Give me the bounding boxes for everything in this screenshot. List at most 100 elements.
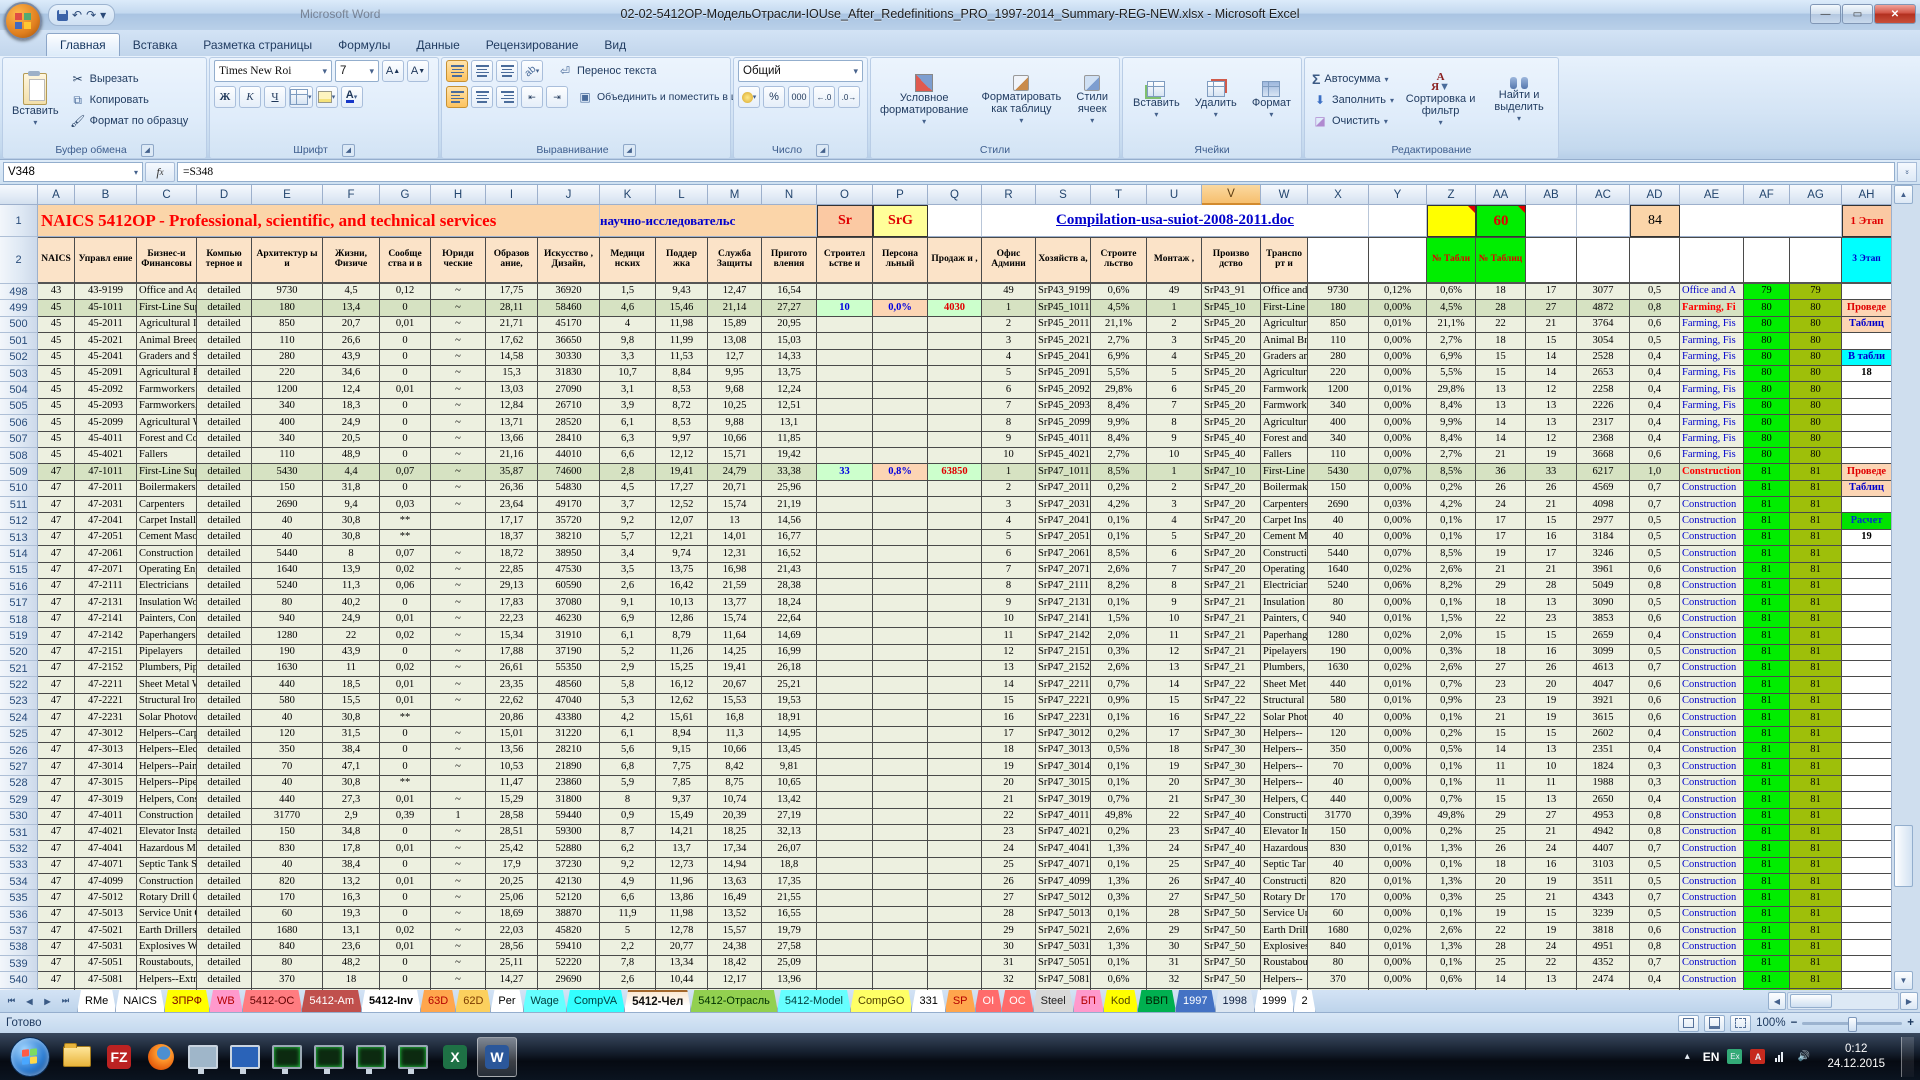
- row-header-529[interactable]: 529: [0, 792, 38, 808]
- cell-H516[interactable]: ~: [431, 579, 486, 595]
- select-all-corner[interactable]: [0, 185, 38, 205]
- row-header-507[interactable]: 507: [0, 432, 38, 448]
- cell-AA509[interactable]: 36: [1476, 464, 1526, 480]
- cell-AF500[interactable]: 80: [1744, 317, 1790, 333]
- cell-T532[interactable]: 1,3%: [1091, 841, 1147, 857]
- cell-M538[interactable]: 24,38: [708, 940, 762, 956]
- cell-M502[interactable]: 12,7: [708, 350, 762, 366]
- column-header-O[interactable]: O: [817, 185, 873, 205]
- cell-V520[interactable]: SrP47_21: [1202, 645, 1261, 661]
- cell-AF527[interactable]: 81: [1744, 759, 1790, 775]
- cell-P527[interactable]: [873, 759, 928, 775]
- cell-T528[interactable]: 0,1%: [1091, 776, 1147, 792]
- cell-R498[interactable]: 49: [982, 284, 1036, 300]
- cell-V499[interactable]: SrP45_10: [1202, 300, 1261, 316]
- cell-U508[interactable]: 10: [1147, 448, 1202, 464]
- table-header-K[interactable]: Медици нских: [600, 237, 656, 284]
- comma-style-button[interactable]: 000: [788, 86, 810, 108]
- cell-AB522[interactable]: 20: [1526, 677, 1577, 693]
- cell-AH528[interactable]: [1842, 776, 1892, 792]
- cell-C511[interactable]: Carpenters: [137, 497, 197, 513]
- table-header-B[interactable]: Управл ение: [75, 237, 137, 284]
- cell-B517[interactable]: 47-2131: [75, 595, 137, 611]
- cell-K502[interactable]: 3,3: [600, 350, 656, 366]
- cell-G519[interactable]: 0,02: [380, 628, 431, 644]
- cell-J526[interactable]: 28210: [538, 743, 600, 759]
- cell-W523[interactable]: Structural: [1261, 694, 1308, 710]
- cell-R536[interactable]: 28: [982, 907, 1036, 923]
- cell-D533[interactable]: detailed: [197, 858, 252, 874]
- column-header-AB[interactable]: AB: [1526, 185, 1577, 205]
- cell-Z519[interactable]: 2,0%: [1427, 628, 1476, 644]
- cell-H503[interactable]: ~: [431, 366, 486, 382]
- cell-I537[interactable]: 22,03: [486, 923, 538, 939]
- cell-M527[interactable]: 8,42: [708, 759, 762, 775]
- cell-E509[interactable]: 5430: [252, 464, 323, 480]
- cell-I506[interactable]: 13,71: [486, 415, 538, 431]
- cell-AG525[interactable]: 81: [1790, 727, 1842, 743]
- cell-D534[interactable]: detailed: [197, 874, 252, 890]
- cell-AF520[interactable]: 81: [1744, 645, 1790, 661]
- row-header-524[interactable]: 524: [0, 710, 38, 726]
- cell-AG522[interactable]: 81: [1790, 677, 1842, 693]
- cell-H509[interactable]: ~: [431, 464, 486, 480]
- cell-AE515[interactable]: Construction: [1680, 563, 1744, 579]
- cell-S540[interactable]: SrP47_5081: [1036, 972, 1091, 988]
- cell-AG512[interactable]: 81: [1790, 513, 1842, 529]
- cell-AE507[interactable]: Farming, Fis: [1680, 432, 1744, 448]
- cell-AE499[interactable]: Farming, Fi: [1680, 300, 1744, 316]
- italic-button[interactable]: К: [239, 86, 261, 108]
- cell-S536[interactable]: SrP47_5013: [1036, 907, 1091, 923]
- cell-I508[interactable]: 21,16: [486, 448, 538, 464]
- cell-AF507[interactable]: 80: [1744, 432, 1790, 448]
- cell-B525[interactable]: 47-3012: [75, 727, 137, 743]
- cell-AA516[interactable]: 29: [1476, 579, 1526, 595]
- cell-P520[interactable]: [873, 645, 928, 661]
- cell-Q513[interactable]: [928, 530, 982, 546]
- cell-AD512[interactable]: 0,5: [1630, 513, 1680, 529]
- cell-AD525[interactable]: 0,4: [1630, 727, 1680, 743]
- cell-X524[interactable]: 40: [1308, 710, 1369, 726]
- cell-K519[interactable]: 6,1: [600, 628, 656, 644]
- cell-G532[interactable]: 0,01: [380, 841, 431, 857]
- column-header-E[interactable]: E: [252, 185, 323, 205]
- cell-H533[interactable]: ~: [431, 858, 486, 874]
- cell-Y536[interactable]: 0,00%: [1369, 907, 1427, 923]
- cell-V534[interactable]: SrP47_40: [1202, 874, 1261, 890]
- cell-A500[interactable]: 45: [38, 317, 75, 333]
- cell-P503[interactable]: [873, 366, 928, 382]
- cell-AE528[interactable]: Construction: [1680, 776, 1744, 792]
- cell-K509[interactable]: 2,8: [600, 464, 656, 480]
- cell-E525[interactable]: 120: [252, 727, 323, 743]
- cell-R531[interactable]: 23: [982, 825, 1036, 841]
- cell-F523[interactable]: 15,5: [323, 694, 380, 710]
- cell-Q527[interactable]: [928, 759, 982, 775]
- cell-U521[interactable]: 13: [1147, 661, 1202, 677]
- cell-R504[interactable]: 6: [982, 382, 1036, 398]
- ati-tray-icon[interactable]: A: [1750, 1049, 1765, 1064]
- cell-B503[interactable]: 45-2091: [75, 366, 137, 382]
- cell-AH506[interactable]: [1842, 415, 1892, 431]
- align-center-button[interactable]: [471, 86, 493, 108]
- cell-Q504[interactable]: [928, 382, 982, 398]
- table-header-W[interactable]: Транспо рт и: [1261, 237, 1308, 284]
- cell-C518[interactable]: Painters, Cons: [137, 612, 197, 628]
- cell-V532[interactable]: SrP47_40: [1202, 841, 1261, 857]
- cell-R506[interactable]: 8: [982, 415, 1036, 431]
- cell-O539[interactable]: [817, 956, 873, 972]
- cell-AF521[interactable]: 81: [1744, 661, 1790, 677]
- cell-Z535[interactable]: 0,3%: [1427, 890, 1476, 906]
- cell-O503[interactable]: [817, 366, 873, 382]
- cell-K518[interactable]: 6,9: [600, 612, 656, 628]
- cell-H518[interactable]: ~: [431, 612, 486, 628]
- cell-aa1-green[interactable]: 60: [1476, 205, 1526, 237]
- cell-J516[interactable]: 60590: [538, 579, 600, 595]
- cell-AD532[interactable]: 0,7: [1630, 841, 1680, 857]
- cell-R537[interactable]: 29: [982, 923, 1036, 939]
- cell-AD502[interactable]: 0,4: [1630, 350, 1680, 366]
- cell-J506[interactable]: 28520: [538, 415, 600, 431]
- cell-A534[interactable]: 47: [38, 874, 75, 890]
- row-header-1[interactable]: 1: [0, 205, 38, 237]
- column-header-J[interactable]: J: [538, 185, 600, 205]
- cell-I535[interactable]: 25,06: [486, 890, 538, 906]
